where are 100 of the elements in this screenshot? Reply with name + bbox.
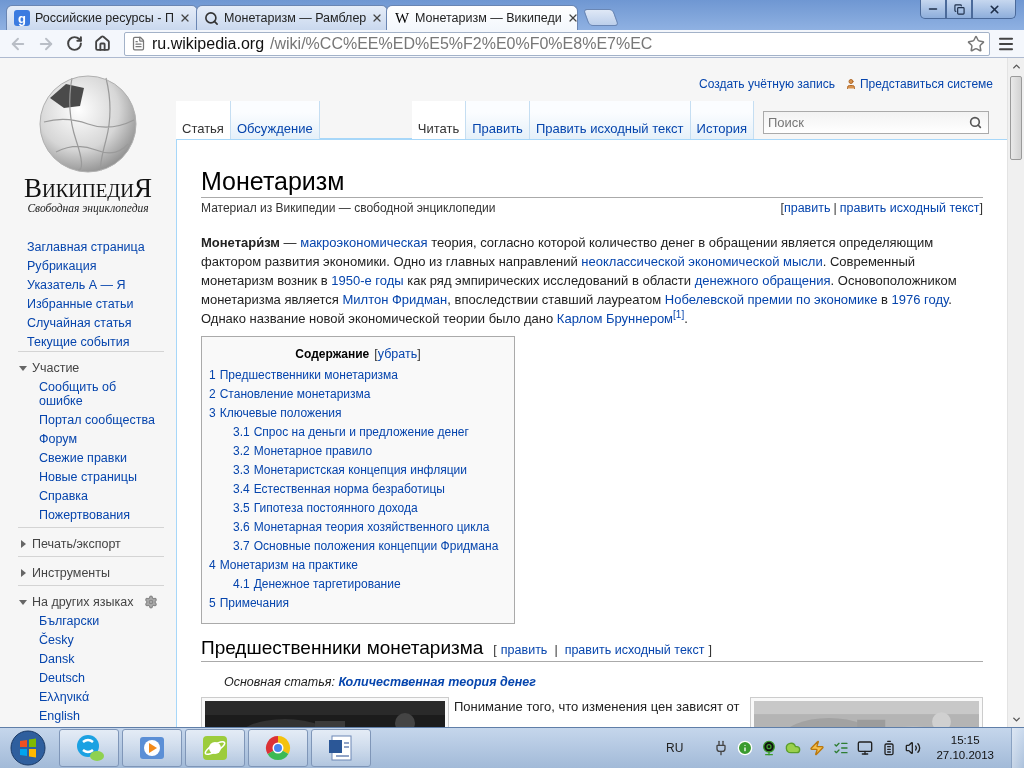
bracket: [ <box>493 643 497 657</box>
reload-icon <box>65 35 83 52</box>
page-tab[interactable]: Читать <box>411 101 467 139</box>
article-link[interactable]: денежного обращения <box>694 273 831 288</box>
caret-right-icon[interactable] <box>18 538 28 549</box>
article-link[interactable]: Карлом Бруннером <box>556 311 674 326</box>
sidebar-link[interactable]: Deutsch <box>39 668 85 687</box>
contents-link[interactable]: 3.4 Естественная норма безработицы <box>233 480 445 499</box>
sidebar-link[interactable]: Текущие события <box>27 332 130 351</box>
scrollbar[interactable] <box>1007 58 1024 727</box>
edit-link[interactable]: править исходный текст <box>839 200 980 216</box>
close-button[interactable] <box>972 0 1016 19</box>
webcam-icon[interactable] <box>760 740 777 756</box>
contents-link[interactable]: 4.1 Денежное таргетирование <box>233 575 401 594</box>
search-field[interactable]: Поиск <box>763 111 989 134</box>
search-icon[interactable] <box>969 116 982 129</box>
portal-heading[interactable]: На других языках <box>32 594 134 609</box>
page-tab[interactable]: Обсуждение <box>230 101 320 139</box>
close-icon <box>987 2 1001 16</box>
sidebar-link[interactable]: Новые страницы <box>39 467 137 486</box>
pinwheel-icon <box>264 734 292 762</box>
edit-link[interactable]: править <box>500 643 548 657</box>
account-link[interactable]: Создать учётную запись <box>698 70 835 98</box>
taskbar-button[interactable] <box>311 729 371 767</box>
sidebar-link[interactable]: Česky <box>39 630 74 649</box>
page-tab[interactable]: История <box>690 101 754 139</box>
list-icon[interactable] <box>832 740 849 756</box>
tab-favicon: W <box>394 10 410 26</box>
chat-bubble-icon <box>74 733 104 763</box>
page-tab[interactable]: Править исходный текст <box>529 101 691 139</box>
star-icon[interactable] <box>967 34 985 53</box>
reference-link[interactable]: [1] <box>673 308 685 320</box>
settings-icon[interactable] <box>143 594 158 609</box>
minimize-button[interactable] <box>920 0 946 19</box>
sidebar-link[interactable]: Случайная статья <box>27 313 132 332</box>
sidebar-link[interactable]: Български <box>39 611 100 630</box>
article-link[interactable]: 1950-е годы <box>331 273 404 288</box>
restore-button[interactable] <box>946 0 972 19</box>
restore-icon <box>953 3 965 15</box>
contents-link[interactable]: 3.6 Монетарная теория хозяйственного цикла <box>233 518 490 537</box>
search-icon <box>204 10 219 26</box>
account-link[interactable]: Представиться системе <box>844 70 993 98</box>
browser-tab[interactable]: g Российские ресурсы - П <box>6 5 198 30</box>
portal-heading[interactable]: Участие <box>32 360 80 375</box>
sidebar-link[interactable]: Сообщить об ошибке <box>39 377 161 410</box>
contents-link[interactable]: 5 Примечания <box>209 594 289 613</box>
sidebar-link[interactable]: Свежие правки <box>39 448 127 467</box>
sidebar-link[interactable]: Рубрикация <box>27 256 97 275</box>
taskbar-button[interactable] <box>248 729 308 767</box>
scroll-thumb[interactable] <box>1010 76 1022 160</box>
speaker-icon[interactable] <box>904 740 921 756</box>
taskbar-button[interactable] <box>185 729 245 767</box>
portal-heading[interactable]: Инструменты <box>32 565 110 580</box>
caret-right-icon[interactable] <box>18 567 28 578</box>
contents-link[interactable]: 3.1 Спрос на деньги и предложение денег <box>233 423 469 442</box>
page-tab[interactable]: Править <box>466 101 530 139</box>
main-article-link[interactable]: Количественная теория денег <box>338 675 536 689</box>
link-separator: | <box>554 643 558 657</box>
sidebar-link[interactable]: Форум <box>39 429 77 448</box>
contents-link[interactable]: 3.3 Монетаристская концепция инфляции <box>233 461 467 480</box>
browser-tab[interactable]: Монетаризм — Рамблер <box>196 5 388 30</box>
sidebar-link[interactable]: Избранные статьи <box>27 294 134 313</box>
browser-tab[interactable]: W Монетаризм — Википеди <box>386 5 578 30</box>
home-icon <box>93 35 111 52</box>
edit-link[interactable]: править <box>783 200 831 216</box>
article-link[interactable]: макроэкономическая <box>300 235 428 250</box>
taskbar-button[interactable] <box>122 729 182 767</box>
sidebar-link[interactable]: Dansk <box>39 649 75 668</box>
info-icon[interactable] <box>736 740 753 756</box>
sidebar-link[interactable]: Указатель А — Я <box>27 275 126 294</box>
article-link[interactable]: неоклассической экономической мысли <box>581 254 823 269</box>
monitor-icon[interactable] <box>856 740 873 756</box>
document-icon <box>327 734 355 762</box>
section-heading: Предшественники монетаризма <box>201 636 484 660</box>
sidebar-link[interactable]: Пожертвования <box>39 505 131 524</box>
body-paragraph: Понимание того, что изменения цен зависят от <box>454 698 741 716</box>
sidebar-link[interactable]: Портал сообщества <box>39 410 155 429</box>
edit-link[interactable]: править исходный текст <box>564 643 705 657</box>
page-tab[interactable]: Статья <box>176 101 231 139</box>
link-separator: | <box>833 200 837 216</box>
contents-link[interactable]: 4 Монетаризм на практике <box>209 556 358 575</box>
sidebar-link[interactable]: Справка <box>39 486 89 505</box>
article-link[interactable]: Нобелевской премии по экономике <box>664 292 878 307</box>
sidebar-link[interactable]: Заглавная страница <box>27 237 145 256</box>
hatnote: Основная статья: Количественная теория денег <box>223 674 537 691</box>
orb-icon <box>9 729 47 767</box>
contents-link[interactable]: 3.2 Монетарное правило <box>233 442 373 461</box>
contents-link[interactable]: 3.5 Гипотеза постоянного дохода <box>233 499 418 518</box>
contents-title: Содержание <box>295 346 370 361</box>
sidebar-link[interactable]: Ελληνικά <box>39 687 90 706</box>
contents-link[interactable]: 3.7 Основные положения концепции Фридмана <box>233 537 499 556</box>
clock[interactable]: 15:15 27.10.2013 <box>936 733 994 763</box>
portal-heading[interactable]: Печать/экспорт <box>32 536 121 551</box>
address-field[interactable]: ru.wikipedia.org /wiki/%CC%EE%ED%E5%F2%E0%F0%E8%E7%EC <box>124 31 990 56</box>
sidebar-link[interactable]: English <box>39 706 80 725</box>
contents-link[interactable]: 1 Предшественники монетаризма <box>209 366 399 385</box>
language-indicator[interactable]: RU <box>666 741 684 755</box>
contents-link[interactable]: 2 Становление монетаризма <box>209 385 371 404</box>
contents-link[interactable]: 3 Ключевые положения <box>209 404 342 423</box>
wordmark: ВикипедиЯ <box>23 174 153 202</box>
